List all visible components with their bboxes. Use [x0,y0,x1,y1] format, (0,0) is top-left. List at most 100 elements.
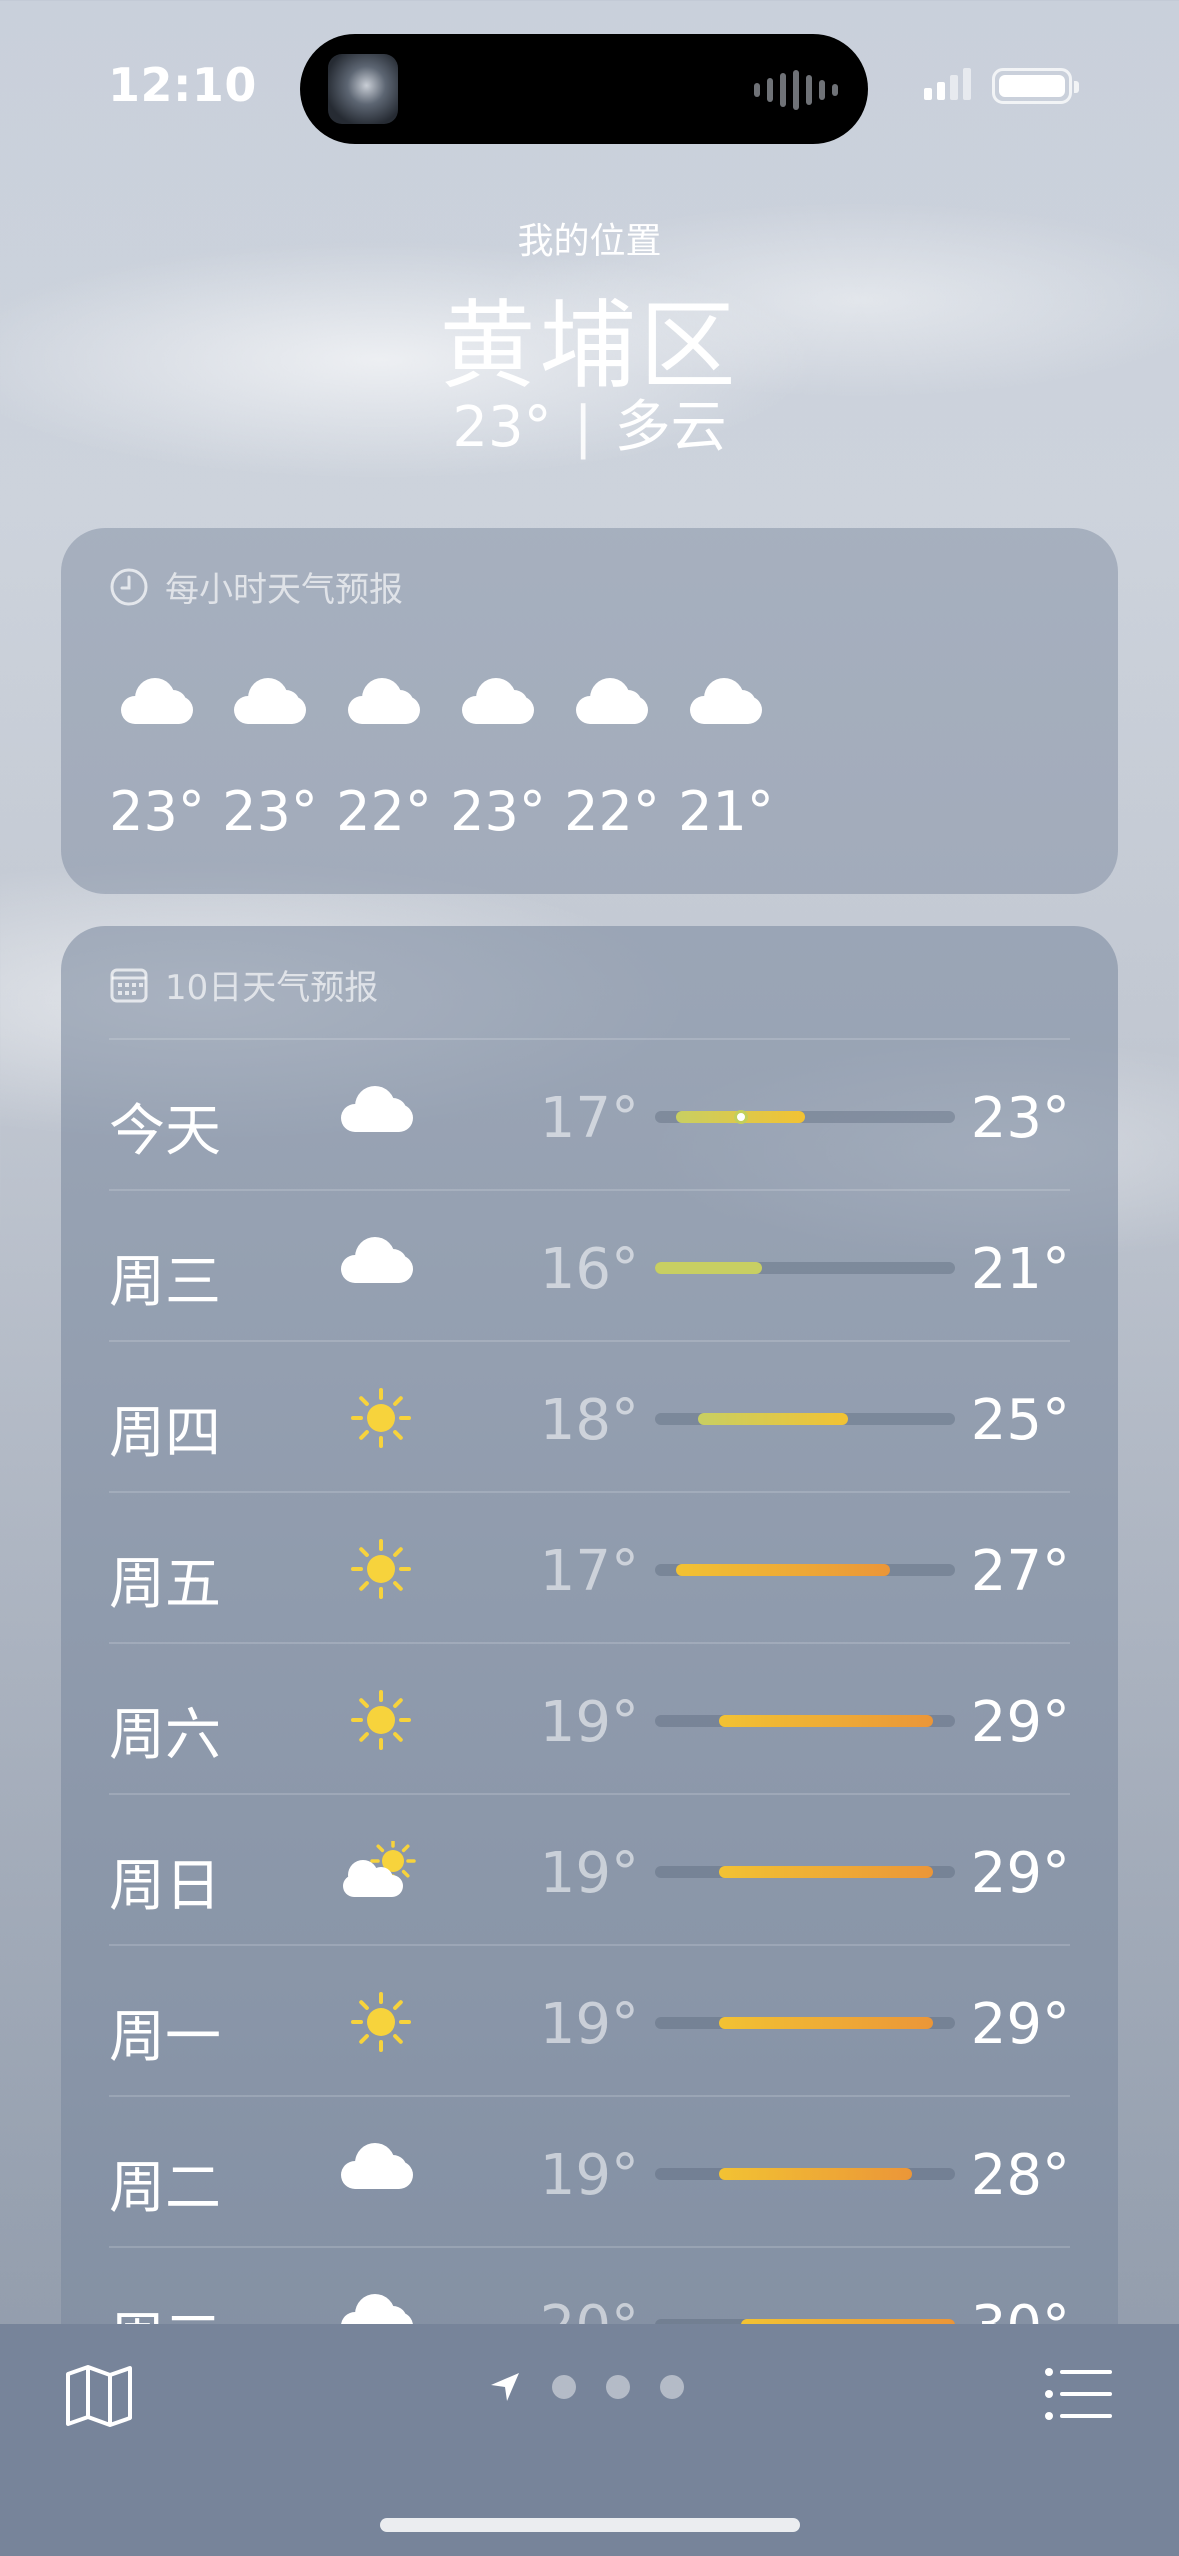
temp-range-fill [719,2017,933,2029]
daily-row[interactable]: 周二 19° 28° [109,2095,1070,2246]
day-weather-icon [341,1838,421,1901]
day-weather-icon [341,1992,421,2052]
sun-icon [351,1690,411,1750]
status-time: 12:10 [108,58,257,112]
current-summary: 23° | 多云 [0,382,1179,463]
day-weather-icon [341,2143,421,2203]
temp-range-bar [655,1110,955,1124]
day-name: 今天 [109,1099,221,1164]
page-indicator[interactable] [488,2370,684,2404]
day-weather-icon [341,1388,421,1448]
day-low-temp: 16° [539,1237,639,1302]
daily-row[interactable]: 周日 19° 29° [109,1793,1070,1944]
sun-icon [351,1388,411,1448]
cloud-icon [576,678,648,724]
hourly-item [97,678,217,724]
temp-range-fill [719,1715,933,1727]
temp-range-fill [719,2168,912,2180]
cloud-icon [121,678,193,724]
daily-row[interactable]: 周三 16° 21° [109,1189,1070,1340]
audio-waveform-icon [754,70,838,110]
temp-range-bar [655,1262,955,1274]
temp-range-bar [655,1564,955,1576]
temp-range-fill [676,1564,890,1576]
daily-row[interactable]: 周六 19° 29° [109,1642,1070,1793]
location-arrow-icon[interactable] [488,2370,522,2404]
day-high-temp: 23° [970,1086,1070,1151]
cloud-icon [234,678,306,724]
temp-range-fill [719,1866,933,1878]
hourly-item [552,678,672,724]
location-label: 我的位置 [517,221,662,262]
day-high-temp: 21° [970,1237,1070,1302]
hourly-item [324,678,444,724]
cloud-icon [690,678,762,724]
summary-separator: | [573,395,593,460]
day-high-temp: 29° [970,1841,1070,1906]
day-high-temp: 25° [970,1388,1070,1453]
now-playing-artwork[interactable] [328,54,398,124]
day-high-temp: 29° [970,1690,1070,1755]
ten-day-forecast-title-text: 10日天气预报 [165,968,379,1008]
day-low-temp: 19° [539,1992,639,2057]
signal-icon [924,68,971,100]
hourly-item [210,678,330,724]
day-high-temp: 28° [970,2143,1070,2208]
sun-icon [351,1992,411,2052]
temp-range-bar [655,1413,955,1425]
page-dot[interactable] [660,2375,684,2399]
hourly-forecast-title-text: 每小时天气预报 [165,570,403,610]
cloud-icon [341,2143,413,2189]
daily-row[interactable]: 周五 17° 27° [109,1491,1070,1642]
hourly-item [666,678,786,724]
day-weather-icon [341,1086,421,1146]
hourly-forecast-title: 每小时天气预报 [109,562,403,611]
battery-icon [992,68,1079,104]
day-name: 周六 [109,1703,221,1768]
temp-range-fill [698,1413,848,1425]
day-weather-icon [341,1690,421,1750]
list-icon[interactable] [1044,2366,1114,2422]
temp-range-bar [655,1866,955,1878]
map-icon[interactable] [64,2364,134,2428]
current-temp-marker [734,1110,748,1124]
day-weather-icon [341,1539,421,1599]
ten-day-forecast-card[interactable]: 10日天气预报 今天 17° 23° 周三 16° 21° 周四 18° 25° 周五 17° 27°… [61,926,1118,2556]
clock-icon [110,568,148,605]
temp-range-bar [655,2017,955,2029]
day-high-temp: 29° [970,1992,1070,2057]
cloud-icon [341,1237,413,1283]
day-weather-icon [341,1237,421,1297]
hourly-forecast-card[interactable]: 每小时天气预报 23° 23° 22° 23° 22° 21° [61,528,1118,894]
temp-range-fill [655,1262,762,1274]
current-temp: 23° [452,395,552,460]
calendar-icon [110,968,148,1002]
day-low-temp: 19° [539,1841,639,1906]
daily-row[interactable]: 周四 18° 25° [109,1340,1070,1491]
daily-row[interactable]: 周一 19° 29° [109,1944,1070,2095]
day-low-temp: 19° [539,1690,639,1755]
temp-range-bar [655,2168,955,2180]
day-name: 周三 [109,1250,221,1315]
day-name: 周四 [109,1401,221,1466]
home-indicator[interactable] [380,2518,800,2532]
dynamic-island[interactable] [300,34,868,144]
day-low-temp: 19° [539,2143,639,2208]
daily-row[interactable]: 今天 17° 23° [109,1038,1070,1189]
day-low-temp: 18° [539,1388,639,1453]
day-name: 周日 [109,1854,221,1919]
page-dot[interactable] [606,2375,630,2399]
cloud-icon [462,678,534,724]
hourly-temp: 21° [678,780,774,843]
sun-icon [351,1539,411,1599]
day-low-temp: 17° [539,1539,639,1604]
day-name: 周一 [109,2005,221,2070]
cloud-icon [341,1086,413,1132]
ten-day-forecast-title: 10日天气预报 [109,960,378,1009]
current-condition: 多云 [614,395,727,460]
cloud-icon [348,678,420,724]
hourly-item [438,678,558,724]
day-name: 周二 [109,2156,221,2221]
partly-sunny-icon [343,1838,416,1897]
page-dot[interactable] [552,2375,576,2399]
